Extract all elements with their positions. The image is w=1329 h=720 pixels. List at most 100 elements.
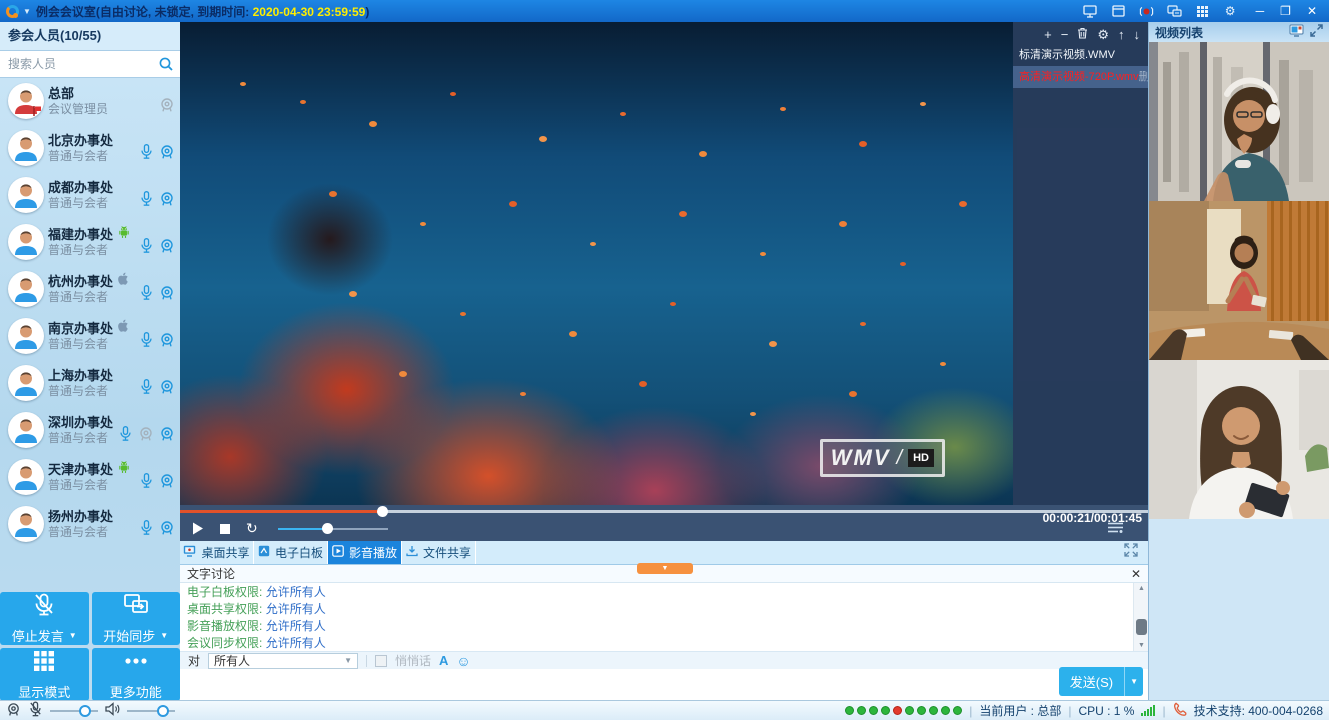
mic-icon[interactable]	[139, 378, 154, 400]
mic-icon[interactable]	[139, 284, 154, 306]
participant-row[interactable]: 总部 会议管理员	[0, 78, 180, 125]
layout-grid-icon[interactable]	[1195, 5, 1210, 18]
chat-panel: 文字讨论 ✕ 电子白板权限: 允许所有人 桌面共享权限: 允许所有人 影音播放权…	[180, 565, 1148, 700]
close-button[interactable]: ✕	[1307, 5, 1317, 17]
desktop-share-icon[interactable]	[1083, 5, 1098, 18]
participant-row[interactable]: 扬州办事处 普通与会者	[0, 501, 180, 548]
mic-volume-slider[interactable]	[50, 705, 98, 717]
video-content[interactable]: WMV/HD	[180, 22, 1013, 505]
more-features-button[interactable]: 更多功能	[92, 648, 181, 701]
speaker-volume-knob[interactable]	[157, 705, 169, 717]
scroll-up-icon[interactable]: ▲	[1134, 585, 1148, 592]
move-up-icon[interactable]: ↑	[1118, 28, 1125, 41]
camera-off-icon[interactable]	[159, 97, 175, 118]
window-mode-icon[interactable]	[1111, 5, 1126, 18]
tab-desktop-share[interactable]: 桌面共享	[180, 541, 254, 564]
ellipsis-icon	[121, 648, 151, 677]
chat-scrollbar[interactable]: ▲ ▼	[1133, 583, 1148, 651]
mic-muted-status-icon[interactable]	[28, 701, 43, 720]
playlist-settings-icon[interactable]: ⚙	[1097, 28, 1109, 41]
participant-row[interactable]: 杭州办事处 普通与会者	[0, 266, 180, 313]
start-sync-button[interactable]: 开始同步▼	[92, 592, 181, 645]
camera-icon[interactable]	[159, 191, 175, 212]
stop-speaking-button[interactable]: 停止发言▼	[0, 592, 89, 645]
move-down-icon[interactable]: ↓	[1134, 28, 1141, 41]
play-button[interactable]	[192, 522, 204, 535]
video-thumbnail[interactable]	[1149, 42, 1329, 201]
font-style-button[interactable]: A	[439, 653, 448, 668]
chat-collapse-handle[interactable]: ▼	[637, 563, 693, 574]
playlist-item[interactable]: 标清演示视频.WMV	[1013, 44, 1148, 66]
tab-media-play[interactable]: 影音播放	[328, 541, 402, 564]
camera-icon[interactable]	[159, 332, 175, 353]
volume-knob[interactable]	[322, 523, 333, 534]
remove-file-icon[interactable]: −	[1061, 28, 1069, 41]
speaker-icon[interactable]	[105, 702, 120, 719]
scroll-down-icon[interactable]: ▼	[1134, 642, 1148, 649]
video-thumbnail[interactable]	[1149, 360, 1329, 519]
collapse-caret-icon: ▼	[662, 565, 669, 572]
participant-row[interactable]: 上海办事处 普通与会者	[0, 360, 180, 407]
expire-time: 2020-04-30 23:59:59	[253, 5, 366, 19]
video-window-icon[interactable]	[1289, 24, 1304, 40]
scroll-thumb[interactable]	[1136, 619, 1147, 635]
participant-row[interactable]: 南京办事处 普通与会者	[0, 313, 180, 360]
minimize-button[interactable]: ─	[1256, 5, 1265, 17]
camera-icon[interactable]	[159, 379, 175, 400]
emoji-icon[interactable]: ☺	[456, 654, 470, 668]
sync-screens-icon[interactable]	[1167, 5, 1182, 18]
playlist-item-selected[interactable]: 高清演示视频-720P.wmv 删除	[1013, 66, 1148, 88]
camera-icon[interactable]	[159, 144, 175, 165]
mic-icon[interactable]	[139, 143, 154, 165]
webcam-status-icon[interactable]	[6, 702, 21, 720]
camera-icon[interactable]	[159, 520, 175, 541]
camera-off-icon[interactable]	[138, 426, 154, 447]
camera-icon[interactable]	[159, 473, 175, 494]
fullscreen-expand-icon[interactable]	[1124, 543, 1138, 562]
maximize-button[interactable]: ❐	[1280, 5, 1291, 17]
stop-button[interactable]	[220, 524, 230, 534]
participant-row[interactable]: 福建办事处 普通与会者	[0, 219, 180, 266]
tab-file-share[interactable]: 文件共享	[402, 541, 476, 564]
send-button[interactable]: 发送(S)	[1059, 667, 1124, 696]
trash-icon[interactable]	[1077, 27, 1088, 41]
recipient-select[interactable]: 所有人▼	[208, 653, 358, 669]
mic-icon[interactable]	[139, 519, 154, 541]
mic-icon[interactable]	[139, 472, 154, 494]
add-file-icon[interactable]: +	[1044, 28, 1052, 41]
participant-avatar	[8, 318, 44, 354]
tab-whiteboard[interactable]: 电子白板	[254, 541, 328, 564]
video-thumbnail[interactable]	[1149, 201, 1329, 360]
mic-icon[interactable]	[139, 190, 154, 212]
camera-icon[interactable]	[159, 285, 175, 306]
expand-panel-icon[interactable]	[1310, 24, 1323, 40]
player-volume-slider[interactable]	[278, 523, 388, 535]
seek-bar[interactable]	[180, 510, 1148, 513]
mic-icon[interactable]	[139, 237, 154, 259]
mic-icon[interactable]	[139, 331, 154, 353]
participant-row[interactable]: 成都办事处 普通与会者	[0, 172, 180, 219]
display-mode-button[interactable]: 显示模式	[0, 648, 89, 701]
participant-row[interactable]: 深圳办事处 普通与会者	[0, 407, 180, 454]
settings-gear-icon[interactable]: ⚙	[1223, 5, 1238, 18]
whisper-checkbox[interactable]	[375, 655, 387, 667]
share-tabs: 桌面共享 电子白板 影音播放 文件共享	[180, 541, 1148, 565]
chat-close-icon[interactable]: ✕	[1131, 568, 1141, 580]
delete-item-button[interactable]: 删除	[1139, 66, 1148, 88]
search-input[interactable]	[0, 51, 180, 77]
search-icon[interactable]	[158, 56, 174, 77]
mic-volume-knob[interactable]	[79, 705, 91, 717]
record-icon[interactable]	[1139, 5, 1154, 18]
mic-icon[interactable]	[118, 425, 133, 447]
replay-icon[interactable]: ↻	[246, 520, 258, 537]
chevron-down-icon[interactable]: ▼	[23, 7, 31, 16]
chat-input-area[interactable]: 发送(S) ▼	[180, 669, 1148, 699]
participant-row[interactable]: 天津办事处 普通与会者	[0, 454, 180, 501]
playlist-toggle-icon[interactable]	[1108, 520, 1123, 538]
seek-knob[interactable]	[377, 506, 388, 517]
speaker-volume-slider[interactable]	[127, 705, 175, 717]
camera-icon[interactable]	[159, 426, 175, 447]
send-options-caret[interactable]: ▼	[1124, 667, 1143, 696]
camera-icon[interactable]	[159, 238, 175, 259]
participant-row[interactable]: 北京办事处 普通与会者	[0, 125, 180, 172]
